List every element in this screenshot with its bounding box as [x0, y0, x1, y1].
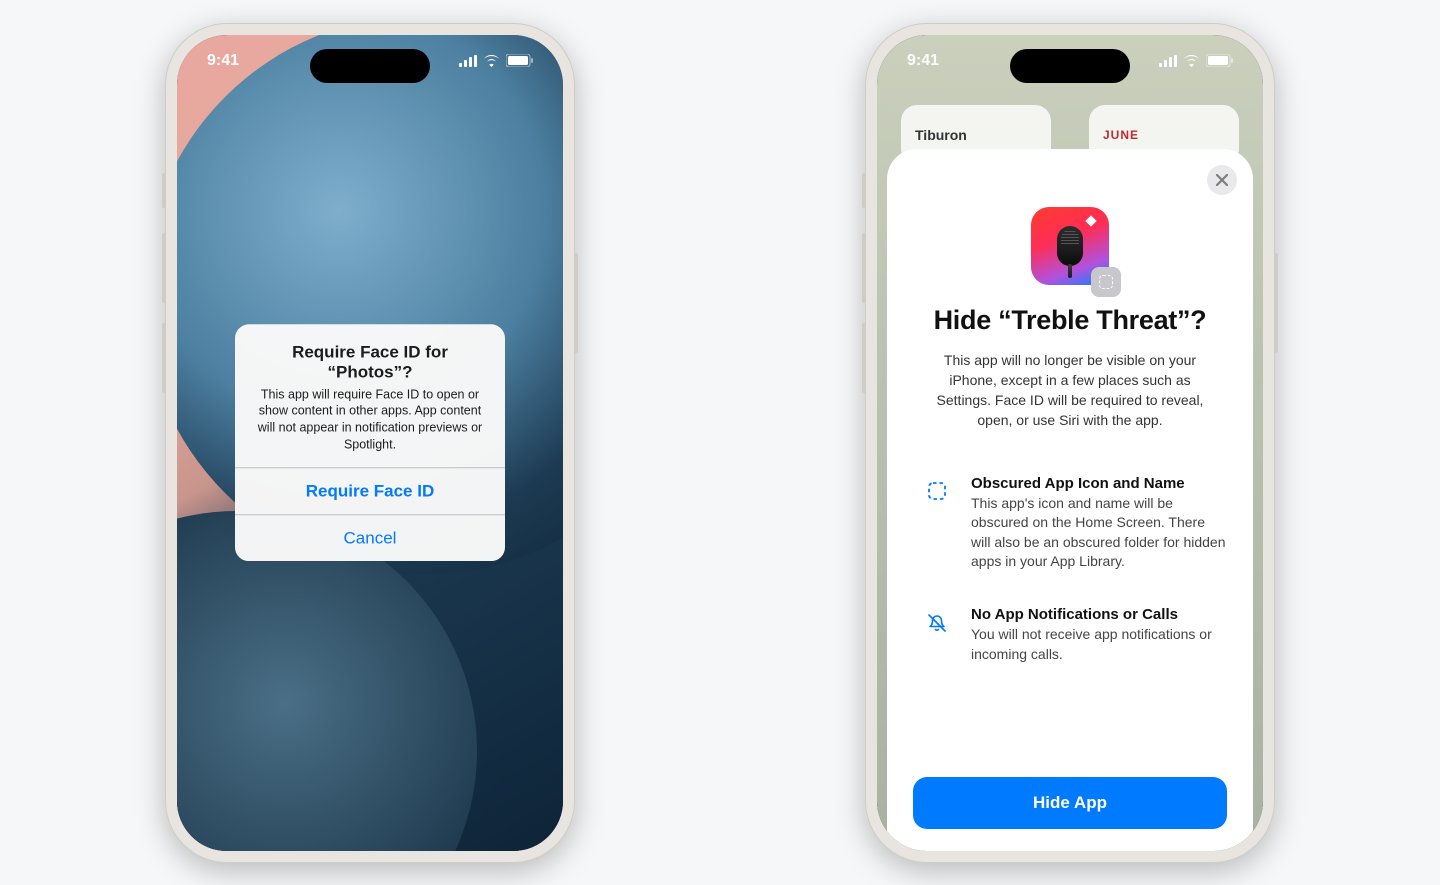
battery-icon	[506, 54, 533, 67]
app-icon-wrapper	[1031, 207, 1109, 285]
weather-location: Tiburon	[915, 127, 1037, 143]
obscure-icon	[1099, 275, 1113, 289]
feature-title: No App Notifications or Calls	[971, 606, 1227, 623]
feature-item: Obscured App Icon and Name This app's ic…	[923, 475, 1227, 572]
iphone-frame-right: Tiburon JUNE 9:41	[865, 23, 1275, 863]
cellular-icon	[1159, 55, 1177, 67]
feature-desc: You will not receive app notifications o…	[971, 625, 1227, 664]
close-button[interactable]	[1207, 165, 1237, 195]
sheet-title: Hide “Treble Threat”?	[909, 305, 1231, 336]
feature-desc: This app's icon and name will be obscure…	[971, 494, 1227, 572]
bell-slash-icon	[923, 606, 951, 634]
screen-left: 9:41 Require Face ID for “Photos”? This …	[177, 35, 563, 851]
alert-title: Require Face ID for “Photos”?	[251, 342, 489, 382]
status-time: 9:41	[207, 52, 239, 70]
cancel-button[interactable]: Cancel	[235, 514, 505, 561]
status-indicators	[459, 54, 533, 67]
battery-icon	[1206, 54, 1233, 67]
require-faceid-button[interactable]: Require Face ID	[235, 467, 505, 514]
faceid-alert: Require Face ID for “Photos”? This app w…	[235, 324, 505, 562]
feature-list: Obscured App Icon and Name This app's ic…	[909, 475, 1231, 665]
dynamic-island	[310, 49, 430, 83]
sheet-subtitle: This app will no longer be visible on yo…	[931, 350, 1209, 431]
cellular-icon	[459, 55, 477, 67]
microphone-icon	[1057, 226, 1083, 266]
feature-title: Obscured App Icon and Name	[971, 475, 1227, 492]
status-time: 9:41	[907, 52, 939, 70]
calendar-month: JUNE	[1103, 128, 1225, 142]
screen-right: Tiburon JUNE 9:41	[877, 35, 1263, 851]
feature-item: No App Notifications or Calls You will n…	[923, 606, 1227, 664]
wifi-icon	[483, 55, 500, 67]
obscure-icon	[923, 475, 951, 501]
obscure-badge	[1091, 267, 1121, 297]
alert-message: This app will require Face ID to open or…	[251, 386, 489, 454]
wifi-icon	[1183, 55, 1200, 67]
hide-app-sheet: Hide “Treble Threat”? This app will no l…	[887, 149, 1253, 851]
close-icon	[1216, 174, 1228, 186]
dynamic-island	[1010, 49, 1130, 83]
hide-app-button[interactable]: Hide App	[913, 777, 1227, 829]
iphone-frame-left: 9:41 Require Face ID for “Photos”? This …	[165, 23, 575, 863]
status-indicators	[1159, 54, 1233, 67]
